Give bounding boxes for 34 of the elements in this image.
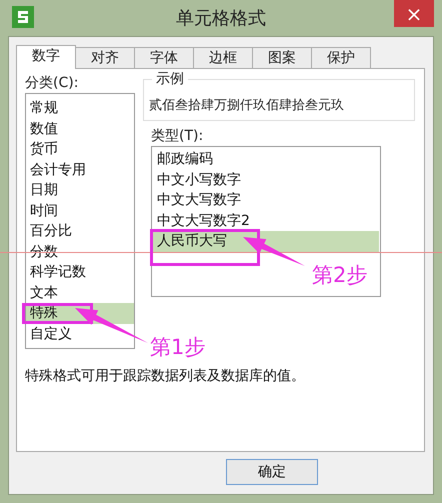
list-item[interactable]: 中文小写数字 xyxy=(153,170,379,190)
sample-value: 贰佰叁拾肆万捌仟玖佰肆拾叁元玖 xyxy=(149,98,344,113)
tab[interactable]: 字体 xyxy=(135,47,194,68)
list-item[interactable]: 数值 xyxy=(26,118,134,139)
tab[interactable]: 边框 xyxy=(194,47,253,68)
list-item[interactable]: 时间 xyxy=(26,200,134,221)
list-item[interactable]: 百分比 xyxy=(26,221,134,242)
list-item[interactable]: 常规 xyxy=(26,98,134,118)
tab[interactable]: 对齐 xyxy=(76,47,135,68)
list-item[interactable]: 会计专用 xyxy=(26,160,134,180)
list-item[interactable]: 邮政编码 xyxy=(153,149,379,170)
tab[interactable]: 数字 xyxy=(16,45,76,69)
ok-button[interactable]: 确定 xyxy=(226,459,318,485)
list-item[interactable]: 科学记数 xyxy=(26,262,134,282)
step-label: 第1步 xyxy=(150,334,206,361)
list-item[interactable]: 文本 xyxy=(26,282,134,303)
step-label: 第2步 xyxy=(312,262,368,289)
close-button[interactable]: × xyxy=(394,0,434,27)
list-item[interactable]: 日期 xyxy=(26,180,134,200)
list-item[interactable]: 中文大写数字2 xyxy=(153,210,379,231)
type-label: 类型(T): xyxy=(151,127,204,145)
list-item[interactable]: 货币 xyxy=(26,139,134,160)
tab[interactable]: 图案 xyxy=(253,47,312,68)
list-item[interactable]: 中文大写数字 xyxy=(153,190,379,210)
category-label: 分类(C): xyxy=(25,74,80,92)
arrow-icon xyxy=(243,237,305,266)
window-title: 单元格格式 xyxy=(176,7,266,30)
list-item[interactable]: 自定义 xyxy=(26,324,134,344)
arrow-icon xyxy=(75,308,148,343)
app-icon xyxy=(12,6,34,28)
list-item[interactable]: 人民币大写 xyxy=(153,231,379,252)
tab[interactable]: 保护 xyxy=(312,47,371,68)
sample-label: 示例 xyxy=(152,70,188,88)
description-text: 特殊格式可用于跟踪数据列表及数据库的值。 xyxy=(25,367,306,385)
